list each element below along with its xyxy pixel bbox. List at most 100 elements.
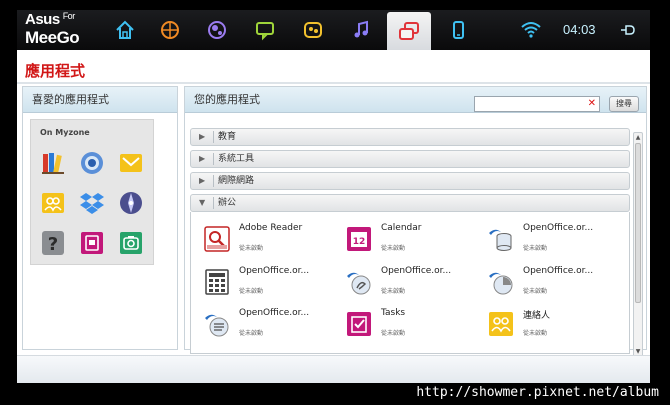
app-openoffice-draw[interactable]: OpenOffice.or... 從未啟動 [345,266,475,302]
category-office[interactable]: ▼ 辦公 [190,194,630,212]
dropbox-icon[interactable] [79,190,105,216]
people-zone-button[interactable] [296,14,330,46]
music-icon [354,20,368,38]
app-status: 從未啟動 [239,330,264,337]
category-system-tools[interactable]: ▶ 系統工具 [190,150,630,168]
app-name: OpenOffice.or... [239,308,310,318]
app-openoffice-writer[interactable]: OpenOffice.or... 從未啟動 [203,308,333,344]
category-internet[interactable]: ▶ 網際網路 [190,172,630,190]
openoffice-draw-icon [345,268,373,296]
contacts-app-icon [487,310,515,338]
calendar-icon: 12 [345,225,373,253]
media-zone-button[interactable] [200,14,234,46]
chevron-down-icon: ▼ [199,198,206,207]
category-label: 教育 [218,132,237,142]
openoffice-writer-icon [203,310,231,338]
app-openoffice-calc[interactable]: OpenOffice.or... 從未啟動 [203,266,333,302]
app-name: OpenOffice.or... [523,266,594,276]
power-status-button[interactable] [615,14,641,46]
people-icon [304,22,322,38]
contacts-icon[interactable] [40,190,66,216]
myzone-label: On Myzone [40,128,90,137]
app-status: 從未啟動 [381,245,406,252]
app-openoffice-base[interactable]: OpenOffice.or... 從未啟動 [487,223,617,259]
web-zone-button[interactable] [153,14,187,46]
myzone-area: On Myzone ? [30,119,154,265]
title-bar: 應用程式 [17,50,650,84]
app-status: 從未啟動 [523,288,548,295]
openoffice-calc-icon [203,268,231,296]
app-calendar[interactable]: 12 Calendar 從未啟動 [345,223,475,259]
openoffice-impress-icon [487,268,515,296]
office-apps-grid: Adobe Reader 從未啟動 12 Calendar 從未啟動 OpenO… [190,212,630,354]
scrollbar-thumb[interactable] [635,143,641,303]
brand-line1-small: For [62,11,76,21]
app-name: Tasks [381,308,406,318]
app-status: 從未啟動 [381,288,406,295]
category-label: 系統工具 [218,154,255,164]
help-icon[interactable]: ? [40,230,66,256]
netbook-screen: Asus For MeeGo 04:03 應用程式 喜愛的應用程式 On Myz… [17,10,650,383]
scroll-up-icon[interactable]: ▲ [634,133,642,142]
screenshot-frame: Asus For MeeGo 04:03 應用程式 喜愛的應用程式 On Myz… [0,0,670,405]
books-icon[interactable] [40,150,66,176]
clear-search-icon[interactable]: ✕ [588,97,596,111]
chevron-right-icon: ▶ [199,154,206,163]
search-input[interactable] [475,102,585,117]
chevron-right-icon: ▶ [199,132,206,141]
adobe-reader-icon [203,225,231,253]
search-box: ✕ [474,96,600,117]
search-button[interactable]: 搜尋 [609,96,639,112]
wifi-status-button[interactable] [514,14,548,46]
app-status: 從未啟動 [381,330,406,337]
app-contacts[interactable]: 連絡人 從未啟動 [487,308,617,344]
app-tasks[interactable]: Tasks 從未啟動 [345,308,475,344]
calendar-day: 12 [353,237,366,247]
home-icon [116,20,134,39]
app-name: OpenOffice.or... [381,266,452,276]
page-title: 應用程式 [25,62,86,80]
app-status: 從未啟動 [239,245,264,252]
toolbar: Asus For MeeGo 04:03 [17,10,650,50]
apps-panel: 您的應用程式 ✕ 搜尋 ▶ 教育 ▶ 系統工具 ▶ 網際網路 ▼ 辦公 Adobe Re… [184,86,647,357]
app-adobe-reader[interactable]: Adobe Reader 從未啟動 [203,223,333,259]
apps-header-label: 您的應用程式 [194,93,260,106]
app-name: Calendar [381,223,422,233]
wifi-icon [521,22,541,38]
app-openoffice-impress[interactable]: OpenOffice.or... 從未啟動 [487,266,617,302]
app-status: 從未啟動 [239,288,264,295]
photo-app-icon[interactable] [79,230,105,256]
tasks-icon [345,310,373,338]
device-zone-button[interactable] [441,14,475,46]
apps-icon [399,22,419,40]
chat-icon [256,22,274,41]
music-zone-button[interactable] [344,14,378,46]
camera-icon[interactable] [118,230,144,256]
media-icon [208,21,226,39]
chat-zone-button[interactable] [248,14,282,46]
favorites-panel: 喜愛的應用程式 On Myzone ? [22,86,178,350]
web-icon [161,21,179,39]
chevron-right-icon: ▶ [199,176,206,185]
app-status: 從未啟動 [523,245,548,252]
bottom-bar [17,355,650,383]
compass-icon[interactable] [118,190,144,216]
brand-logo: Asus For MeeGo [25,11,80,47]
app-name: OpenOffice.or... [523,223,594,233]
app-name: Adobe Reader [239,223,303,233]
home-zone-button[interactable] [108,14,142,46]
chromium-icon[interactable] [79,150,105,176]
device-icon [453,21,464,39]
brand-line1: Asus [25,11,60,28]
clock: 04:03 [563,22,596,37]
svg-text:?: ? [48,234,58,255]
category-label: 網際網路 [218,176,255,186]
app-name: 連絡人 [523,311,551,321]
app-status: 從未啟動 [523,330,548,337]
watermark-url: http://showmer.pixnet.net/album [416,385,659,400]
apps-zone-button[interactable] [387,12,431,50]
category-education[interactable]: ▶ 教育 [190,128,630,146]
apps-scrollbar[interactable]: ▲ ▼ [633,132,643,357]
mail-icon[interactable] [118,150,144,176]
brand-line2: MeeGo [25,28,80,47]
